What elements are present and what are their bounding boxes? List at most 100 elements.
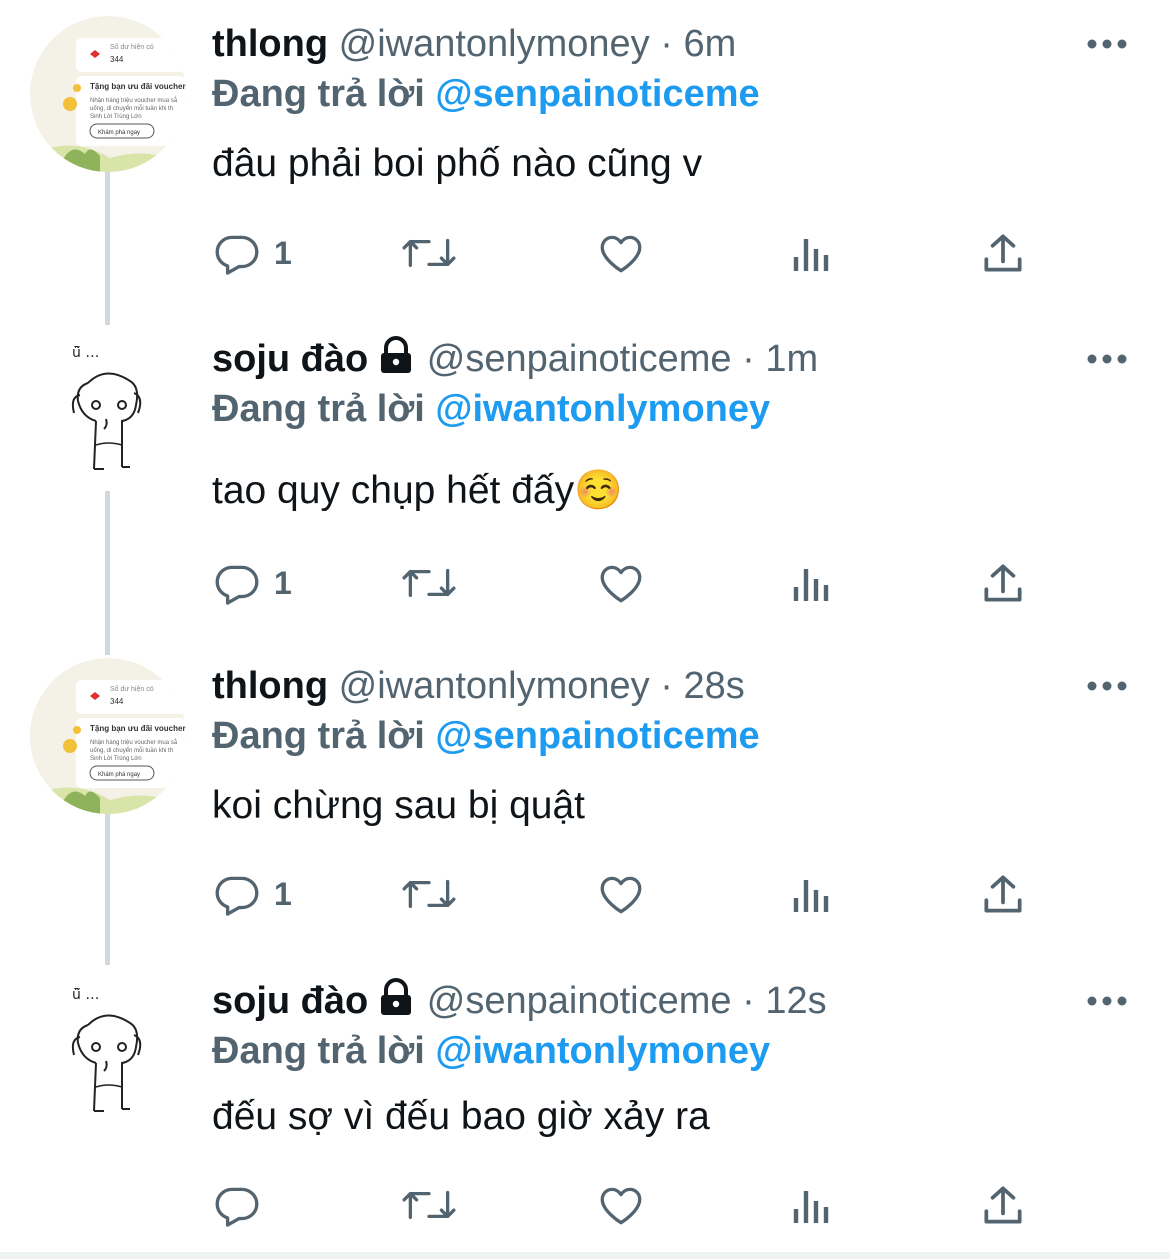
reply-count: 1 bbox=[274, 875, 292, 912]
avatar-balance-label: Số dư hiện có bbox=[110, 42, 154, 51]
reply-button[interactable] bbox=[212, 1177, 274, 1233]
share-button[interactable] bbox=[980, 555, 1026, 611]
lock-icon bbox=[376, 977, 416, 1017]
separator-dot: · bbox=[660, 23, 673, 65]
reply-button[interactable]: 1 bbox=[212, 866, 292, 922]
share-button[interactable] bbox=[980, 1177, 1026, 1233]
tweet[interactable]: Số dư hiện có 344 Tặng bạn ưu đãi vouche… bbox=[0, 16, 1170, 320]
reply-button[interactable]: 1 bbox=[212, 225, 292, 281]
views-icon bbox=[790, 558, 834, 608]
user-handle[interactable]: @iwantonlymoney bbox=[339, 23, 650, 65]
share-button[interactable] bbox=[980, 866, 1026, 922]
share-icon bbox=[980, 558, 1026, 608]
retweet-button[interactable] bbox=[400, 1177, 458, 1233]
avatar-promo: Tặng bạn ưu đãi voucher bbox=[90, 724, 186, 733]
tweet-header: thlong @iwantonlymoney · 28s bbox=[212, 662, 745, 710]
avatar-cta: Khám phá ngay bbox=[98, 130, 140, 136]
more-icon[interactable] bbox=[1085, 34, 1129, 54]
avatar-desc: Nhận hàng triệu voucher mua sắ bbox=[90, 739, 178, 746]
separator-dot: · bbox=[742, 338, 755, 380]
timestamp[interactable]: 1m bbox=[765, 338, 818, 380]
mention-link[interactable]: @iwantonlymoney bbox=[435, 1030, 770, 1072]
tweet-text: đếu sợ vì đếu bao giờ xảy ra bbox=[212, 1095, 710, 1138]
replying-prefix: Đang trả lời bbox=[212, 715, 425, 757]
avatar[interactable]: ū̃ … bbox=[30, 977, 186, 1133]
views-button[interactable] bbox=[790, 225, 834, 281]
views-icon bbox=[790, 1180, 834, 1230]
tweet[interactable]: ū̃ … soju đào @senpainoticeme · 1m Đang … bbox=[0, 335, 1170, 645]
replying-prefix: Đang trả lời bbox=[212, 1030, 425, 1072]
more-icon[interactable] bbox=[1085, 991, 1129, 1011]
reply-button[interactable]: 1 bbox=[212, 555, 292, 611]
reply-count: 1 bbox=[274, 234, 292, 271]
bottom-divider bbox=[0, 1252, 1170, 1259]
retweet-icon bbox=[400, 228, 458, 278]
reply-icon bbox=[212, 228, 262, 278]
like-icon bbox=[596, 228, 646, 278]
share-icon bbox=[980, 869, 1026, 919]
avatar-balance: 344 bbox=[110, 697, 124, 706]
views-button[interactable] bbox=[790, 866, 834, 922]
avatar-balance-label: Số dư hiện có bbox=[110, 684, 154, 693]
like-button[interactable] bbox=[596, 555, 646, 611]
display-name[interactable]: soju đào bbox=[212, 338, 368, 380]
tweet-header: soju đào @senpainoticeme · 1m bbox=[212, 335, 818, 383]
like-button[interactable] bbox=[596, 866, 646, 922]
avatar[interactable]: Số dư hiện có 344 Tặng bạn ưu đãi vouche… bbox=[30, 658, 186, 814]
views-icon bbox=[790, 869, 834, 919]
action-bar: 1 bbox=[212, 866, 1042, 922]
tweet-header: thlong @iwantonlymoney · 6m bbox=[212, 20, 736, 68]
views-button[interactable] bbox=[790, 555, 834, 611]
like-button[interactable] bbox=[596, 225, 646, 281]
avatar-desc: Sinh Lời Trùng Lớn bbox=[90, 756, 142, 762]
user-handle[interactable]: @senpainoticeme bbox=[427, 980, 732, 1022]
mention-link[interactable]: @senpainoticeme bbox=[435, 73, 759, 115]
timestamp[interactable]: 6m bbox=[683, 23, 736, 65]
mention-link[interactable]: @iwantonlymoney bbox=[435, 388, 770, 430]
separator-dot: · bbox=[660, 665, 673, 707]
like-icon bbox=[596, 1180, 646, 1230]
action-bar bbox=[212, 1177, 1042, 1233]
avatar-balance: 344 bbox=[110, 55, 124, 64]
retweet-button[interactable] bbox=[400, 555, 458, 611]
replying-to: Đang trả lời @senpainoticeme bbox=[212, 712, 760, 760]
mention-link[interactable]: @senpainoticeme bbox=[435, 715, 759, 757]
voucher-screenshot-image: Số dư hiện có 344 Tặng bạn ưu đãi vouche… bbox=[30, 16, 186, 172]
timestamp[interactable]: 12s bbox=[765, 980, 826, 1022]
svg-text:ū̃ …: ū̃ … bbox=[72, 987, 99, 1003]
views-button[interactable] bbox=[790, 1177, 834, 1233]
retweet-button[interactable] bbox=[400, 866, 458, 922]
timestamp[interactable]: 28s bbox=[683, 665, 744, 707]
retweet-icon bbox=[400, 869, 458, 919]
separator-dot: · bbox=[742, 980, 755, 1022]
avatar-cta: Khám phá ngay bbox=[98, 772, 140, 778]
more-icon[interactable] bbox=[1085, 349, 1129, 369]
retweet-icon bbox=[400, 558, 458, 608]
share-button[interactable] bbox=[980, 225, 1026, 281]
replying-to: Đang trả lời @iwantonlymoney bbox=[212, 1027, 770, 1075]
avatar-desc: uống, di chuyển mỗi tuần khi th bbox=[90, 747, 173, 754]
reply-count: 1 bbox=[274, 564, 292, 601]
lock-icon bbox=[376, 335, 416, 375]
retweet-icon bbox=[400, 1180, 458, 1230]
display-name[interactable]: thlong bbox=[212, 23, 328, 65]
tweet[interactable]: ū̃ … soju đào @senpainoticeme · 12s Đang… bbox=[0, 977, 1170, 1247]
dog-doodle-image: ū̃ … bbox=[30, 977, 186, 1133]
avatar[interactable]: ū̃ … bbox=[30, 335, 186, 491]
user-handle[interactable]: @senpainoticeme bbox=[427, 338, 732, 380]
avatar[interactable]: Số dư hiện có 344 Tặng bạn ưu đãi vouche… bbox=[30, 16, 186, 172]
tweet[interactable]: Số dư hiện có 344 Tặng bạn ưu đãi vouche… bbox=[0, 658, 1170, 962]
avatar-desc: Nhận hàng triệu voucher mua sắ bbox=[90, 97, 178, 104]
like-icon bbox=[596, 558, 646, 608]
action-bar: 1 bbox=[212, 555, 1042, 611]
voucher-screenshot-image: Số dư hiện có 344 Tặng bạn ưu đãi vouche… bbox=[30, 658, 186, 814]
user-handle[interactable]: @iwantonlymoney bbox=[339, 665, 650, 707]
like-button[interactable] bbox=[596, 1177, 646, 1233]
tweet-header: soju đào @senpainoticeme · 12s bbox=[212, 977, 827, 1025]
display-name[interactable]: soju đào bbox=[212, 980, 368, 1022]
tweet-text: đâu phải boi phố nào cũng v bbox=[212, 142, 703, 185]
retweet-button[interactable] bbox=[400, 225, 458, 281]
more-icon[interactable] bbox=[1085, 676, 1129, 696]
share-icon bbox=[980, 228, 1026, 278]
display-name[interactable]: thlong bbox=[212, 665, 328, 707]
